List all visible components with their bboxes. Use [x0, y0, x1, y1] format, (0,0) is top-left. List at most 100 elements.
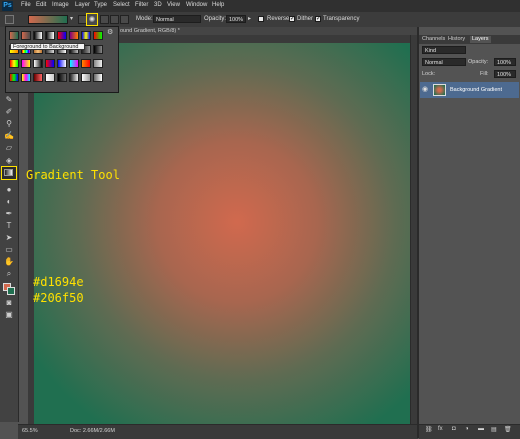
gradient-preset-swatch[interactable] — [93, 59, 103, 68]
menu-image[interactable]: Image — [52, 2, 69, 8]
gradient-preset-swatch[interactable] — [69, 73, 79, 82]
quick-mask-icon[interactable]: ◙ — [3, 297, 15, 308]
background-color-swatch[interactable] — [7, 287, 15, 295]
menu-file[interactable]: File — [21, 2, 31, 8]
menu-window[interactable]: Window — [186, 2, 207, 8]
gradient-preset-swatch[interactable] — [9, 59, 19, 68]
gradient-preset-swatch[interactable] — [9, 73, 19, 82]
gradient-preset-swatch[interactable] — [45, 31, 55, 40]
gradient-preset-swatch[interactable] — [33, 73, 43, 82]
layer-name[interactable]: Background Gradient — [450, 87, 502, 93]
mode-select[interactable]: Normal — [153, 15, 201, 23]
panel-opacity-label: Opacity: — [468, 59, 489, 65]
gradient-swatch-grid — [9, 31, 105, 89]
fill-input[interactable]: 100% — [494, 70, 516, 78]
gradient-preset-swatch[interactable] — [21, 31, 31, 40]
chevron-down-icon[interactable]: ▾ — [70, 15, 73, 22]
screen-mode-icon[interactable]: ▣ — [3, 309, 15, 320]
menu-3d[interactable]: 3D — [154, 2, 162, 8]
trash-icon[interactable]: 🗑 — [504, 426, 512, 433]
fx-icon[interactable]: fx — [438, 426, 443, 432]
panel-opacity-input[interactable]: 100% — [494, 58, 516, 66]
gradient-preset-swatch[interactable] — [33, 59, 43, 68]
gradient-preset-swatch[interactable] — [21, 73, 31, 82]
shape-icon[interactable]: ▭ — [3, 244, 15, 255]
gradient-preset-swatch[interactable] — [57, 59, 67, 68]
type-icon[interactable]: T — [3, 220, 15, 231]
opacity-input[interactable]: 100% — [226, 15, 246, 23]
dodge-icon[interactable]: ◐ — [3, 196, 15, 207]
healing-brush-icon[interactable]: ✐ — [3, 106, 15, 117]
eraser-icon[interactable]: ▱ — [3, 142, 15, 153]
transparency-label: Transparency — [323, 16, 360, 22]
transparency-checkbox[interactable] — [315, 15, 321, 22]
radial-icon — [89, 16, 95, 22]
photoshop-logo: Ps — [2, 1, 13, 11]
blur-icon[interactable]: ● — [3, 184, 15, 195]
zoom-icon[interactable]: ⌕ — [3, 268, 15, 279]
adjustment-icon[interactable]: ◑ — [465, 426, 469, 432]
layer-thumbnail — [433, 84, 446, 96]
chevron-right-icon[interactable]: ▸ — [248, 15, 251, 22]
diamond-gradient-button[interactable] — [120, 15, 129, 24]
reverse-checkbox[interactable] — [258, 16, 264, 22]
dither-checkbox[interactable] — [289, 15, 295, 22]
fill-label: Fill: — [480, 71, 489, 77]
gradient-preview[interactable] — [28, 15, 68, 24]
gradient-preset-swatch[interactable] — [45, 59, 55, 68]
menu-type[interactable]: Type — [94, 2, 107, 8]
gradient-icon — [4, 169, 13, 176]
reflected-gradient-button[interactable] — [110, 15, 119, 24]
menu-help[interactable]: Help — [212, 2, 224, 8]
path-selection-icon[interactable]: ➤ — [3, 232, 15, 243]
menu-select[interactable]: Select — [113, 2, 130, 8]
gradient-preset-swatch[interactable] — [57, 73, 67, 82]
link-layers-icon[interactable]: ⛓ — [425, 426, 433, 433]
gradient-preset-swatch[interactable] — [69, 59, 79, 68]
gradient-preset-swatch[interactable] — [93, 45, 103, 54]
tab-history[interactable]: History — [446, 36, 467, 43]
tooltip: Foreground to Background — [10, 43, 85, 50]
brush-icon[interactable]: ✎ — [3, 94, 15, 105]
gradient-preset-swatch[interactable] — [93, 73, 103, 82]
doc-size: Doc: 2.66M/2.66M — [70, 428, 115, 434]
folder-icon[interactable]: ▬ — [478, 426, 484, 432]
mask-icon[interactable]: ◘ — [452, 426, 456, 432]
menu-view[interactable]: View — [167, 2, 180, 8]
gradient-preset-swatch[interactable] — [21, 59, 31, 68]
gradient-preset-swatch[interactable] — [81, 59, 91, 68]
blend-mode-select[interactable]: Normal — [422, 58, 466, 66]
gear-icon[interactable]: ⚙ — [107, 28, 113, 36]
gradient-preset-swatch[interactable] — [81, 73, 91, 82]
document-tab[interactable]: ound Gradient, RGB/8) * — [118, 27, 418, 35]
gradient-preset-swatch[interactable] — [9, 31, 19, 40]
pen-icon[interactable]: ✒ — [3, 208, 15, 219]
tab-layers[interactable]: Layers — [470, 36, 491, 43]
gradient-preset-swatch[interactable] — [57, 31, 67, 40]
menu-filter[interactable]: Filter — [135, 2, 148, 8]
gradient-preset-swatch[interactable] — [93, 31, 103, 40]
layer-filter-select[interactable]: Kind — [422, 46, 466, 54]
stamp-icon[interactable]: ⚲ — [3, 118, 15, 129]
gradient-preset-swatch[interactable] — [45, 73, 55, 82]
annotation-foreground-hex: #d1694e — [33, 275, 84, 289]
paint-bucket-icon[interactable]: ◈ — [3, 155, 15, 166]
dither-label: Dither — [297, 16, 314, 22]
reverse-label: Reverse — [267, 16, 290, 22]
menu-edit[interactable]: Edit — [36, 2, 46, 8]
document-canvas[interactable] — [34, 43, 410, 424]
zoom-level[interactable]: 65.5% — [22, 428, 38, 434]
hand-icon[interactable]: ✋ — [3, 256, 15, 267]
history-brush-icon[interactable]: ✍ — [3, 130, 15, 141]
mode-label: Mode: — [136, 16, 153, 22]
gradient-tool-preset-icon[interactable] — [5, 15, 14, 24]
gradient-preset-swatch[interactable] — [33, 31, 43, 40]
menu-layer[interactable]: Layer — [75, 2, 90, 8]
new-layer-icon[interactable]: ▤ — [491, 426, 497, 433]
gradient-preset-swatch[interactable] — [81, 31, 91, 40]
gradient-preset-swatch[interactable] — [69, 31, 79, 40]
angle-gradient-button[interactable] — [100, 15, 109, 24]
eye-icon[interactable]: ◉ — [422, 85, 428, 93]
tab-channels[interactable]: Channels — [420, 36, 447, 43]
layer-filter-icons[interactable] — [470, 46, 514, 54]
